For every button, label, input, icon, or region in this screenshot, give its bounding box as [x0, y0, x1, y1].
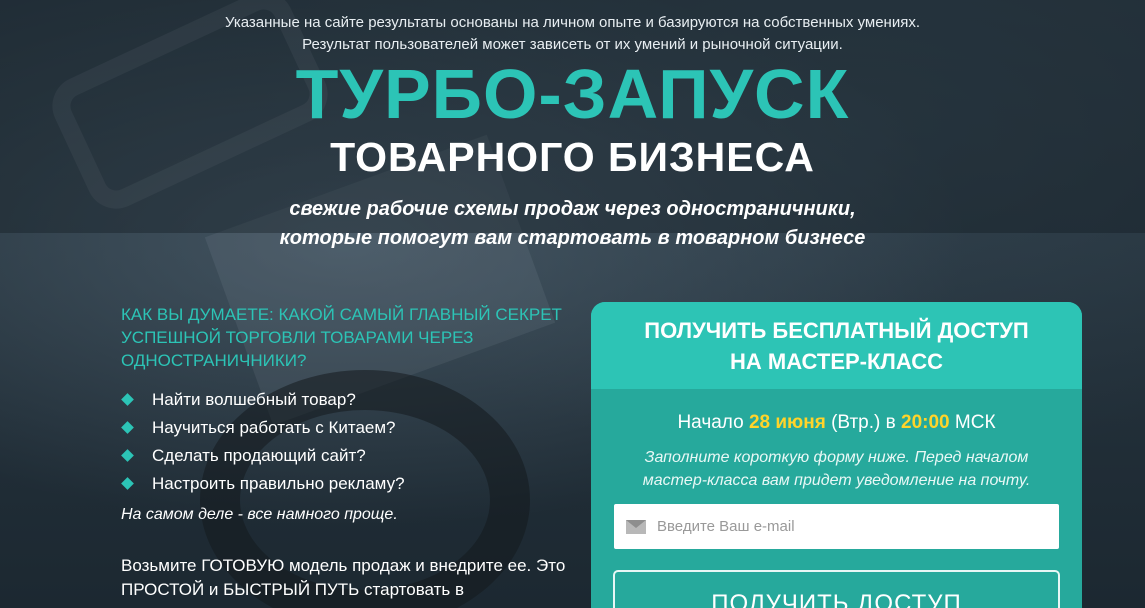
form-instructions: Заполните короткую форму ниже. Перед нач…: [591, 446, 1082, 492]
note-text: На самом деле - все намного проще.: [121, 506, 398, 523]
list-item: Научиться работать с Китаем?: [121, 414, 571, 442]
email-field[interactable]: [614, 504, 1059, 549]
start-timezone: МСК: [954, 412, 996, 433]
list-item: Сделать продающий сайт?: [121, 442, 571, 470]
disclaimer-line: Результат пользователей может зависеть о…: [302, 36, 843, 53]
disclaimer: Указанные на сайте результаты основаны н…: [0, 12, 1145, 56]
form-instructions-line: мастер-класса вам придет уведомление на …: [642, 472, 1031, 489]
start-info: Начало 28 июня (Втр.) в 20:00 МСК: [591, 412, 1082, 434]
list-item-label: Научиться работать с Китаем?: [152, 418, 396, 437]
diamond-bullet-icon: [121, 421, 134, 434]
hero-subtitle-line: которые помогут вам стартовать в товарно…: [279, 227, 866, 249]
envelope-icon: [626, 519, 646, 534]
list-item-label: Найти волшебный товар?: [152, 390, 356, 409]
start-weekday: (Втр.) в: [831, 412, 896, 433]
diamond-bullet-icon: [121, 393, 134, 406]
form-header-line: ПОЛУЧИТЬ БЕСПЛАТНЫЙ ДОСТУП: [644, 318, 1029, 343]
start-prefix: Начало: [677, 412, 744, 433]
diamond-bullet-icon: [121, 477, 134, 490]
start-time: 20:00: [901, 412, 950, 433]
list-item-label: Настроить правильно рекламу?: [152, 474, 405, 493]
get-access-button[interactable]: ПОЛУЧИТЬ ДОСТУП: [613, 570, 1060, 608]
disclaimer-line: Указанные на сайте результаты основаны н…: [224, 14, 921, 31]
bullet-list: Найти волшебный товар? Научиться работат…: [121, 386, 571, 498]
start-date: 28 июня: [748, 412, 826, 433]
form-instructions-line: Заполните короткую форму ниже. Перед нач…: [644, 449, 1029, 466]
list-item: Найти волшебный товар?: [121, 386, 571, 414]
form-header: ПОЛУЧИТЬ БЕСПЛАТНЫЙ ДОСТУП НА МАСТЕР-КЛА…: [591, 302, 1082, 389]
hero-subtitle: свежие рабочие схемы продаж через одност…: [0, 195, 1145, 253]
left-content: Как вы думаете: какой самый главный секр…: [121, 303, 571, 602]
page-subtitle-heading: ТОВАРНОГО БИЗНЕСА: [330, 134, 815, 180]
diamond-bullet-icon: [121, 449, 134, 462]
question-heading: Как вы думаете: какой самый главный секр…: [121, 305, 562, 370]
cta-text: Возьмите ГОТОВУЮ модель продаж и внедрит…: [121, 556, 566, 599]
signup-form-card: ПОЛУЧИТЬ БЕСПЛАТНЫЙ ДОСТУП НА МАСТЕР-КЛА…: [591, 302, 1082, 608]
hero-subtitle-line: свежие рабочие схемы продаж через одност…: [289, 198, 856, 220]
list-item-label: Сделать продающий сайт?: [152, 446, 366, 465]
list-item: Настроить правильно рекламу?: [121, 470, 571, 498]
page-title: ТУРБО-ЗАПУСК: [295, 55, 850, 133]
form-body: Начало 28 июня (Втр.) в 20:00 МСК Заполн…: [591, 412, 1082, 492]
email-input[interactable]: [657, 518, 1037, 535]
form-header-line: НА МАСТЕР-КЛАСС: [730, 349, 943, 374]
